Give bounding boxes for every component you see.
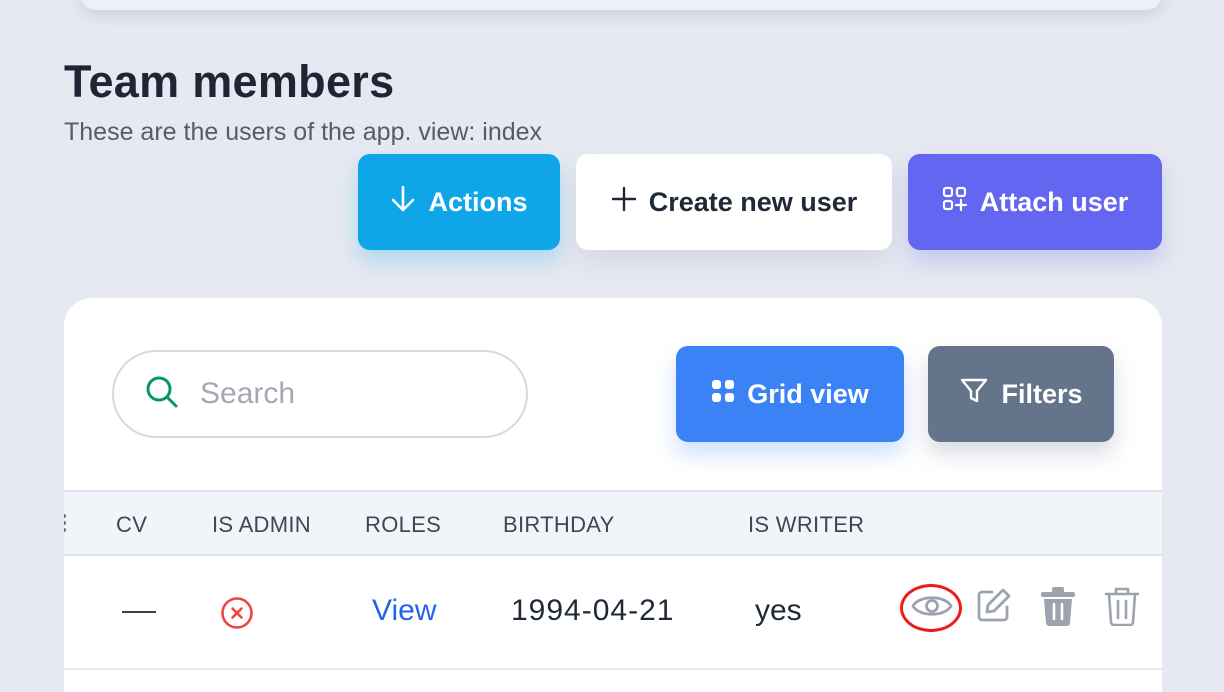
filters-button[interactable]: Filters — [928, 346, 1114, 442]
create-new-user-button[interactable]: Create new user — [576, 154, 892, 250]
top-card-edge — [80, 0, 1162, 10]
eye-icon[interactable] — [911, 590, 953, 627]
column-header-is-admin[interactable]: IS ADMIN — [212, 512, 311, 538]
apps-add-icon — [942, 186, 968, 219]
page-subtitle: These are the users of the app. view: in… — [64, 118, 543, 146]
column-header-roles[interactable]: ROLES — [365, 512, 441, 538]
plus-icon — [611, 186, 637, 219]
x-circle-icon — [220, 596, 254, 635]
column-header-cv[interactable]: CV — [116, 512, 147, 538]
funnel-icon — [959, 376, 989, 413]
page-title: Team members — [64, 56, 395, 107]
column-header-birthday[interactable]: BIRTHDAY — [503, 512, 615, 538]
actions-button-label: Actions — [428, 186, 528, 217]
attach-user-button[interactable]: Attach user — [908, 154, 1162, 250]
resource-table-card: Grid view Filters CV IS ADMIN ROLES BIRT… — [64, 298, 1162, 692]
birthday-cell: 1994-04-21 — [511, 594, 675, 627]
filters-label: Filters — [1001, 378, 1083, 409]
is-writer-cell: yes — [755, 594, 802, 627]
trash-outline-icon[interactable] — [1104, 586, 1140, 631]
grid-view-button[interactable]: Grid view — [676, 346, 904, 442]
search-icon — [144, 374, 180, 415]
column-drag-handle-icon[interactable] — [64, 514, 66, 535]
arrow-down-icon — [390, 184, 416, 221]
create-new-user-label: Create new user — [648, 186, 858, 217]
grid-view-label: Grid view — [747, 378, 869, 409]
grid-icon — [711, 379, 735, 410]
table-header: CV IS ADMIN ROLES BIRTHDAY IS WRITER — [64, 490, 1162, 556]
search-box[interactable] — [112, 350, 528, 438]
attach-user-label: Attach user — [979, 186, 1129, 217]
cv-empty-dash — [122, 611, 156, 613]
roles-view-link[interactable]: View — [372, 594, 436, 628]
column-header-is-writer[interactable]: IS WRITER — [748, 512, 864, 538]
edit-icon[interactable] — [975, 586, 1013, 629]
actions-button[interactable]: Actions — [358, 154, 560, 250]
table-row: View 1994-04-21 yes — [64, 556, 1162, 670]
search-input[interactable] — [200, 377, 500, 411]
trash-filled-icon[interactable] — [1040, 586, 1076, 631]
